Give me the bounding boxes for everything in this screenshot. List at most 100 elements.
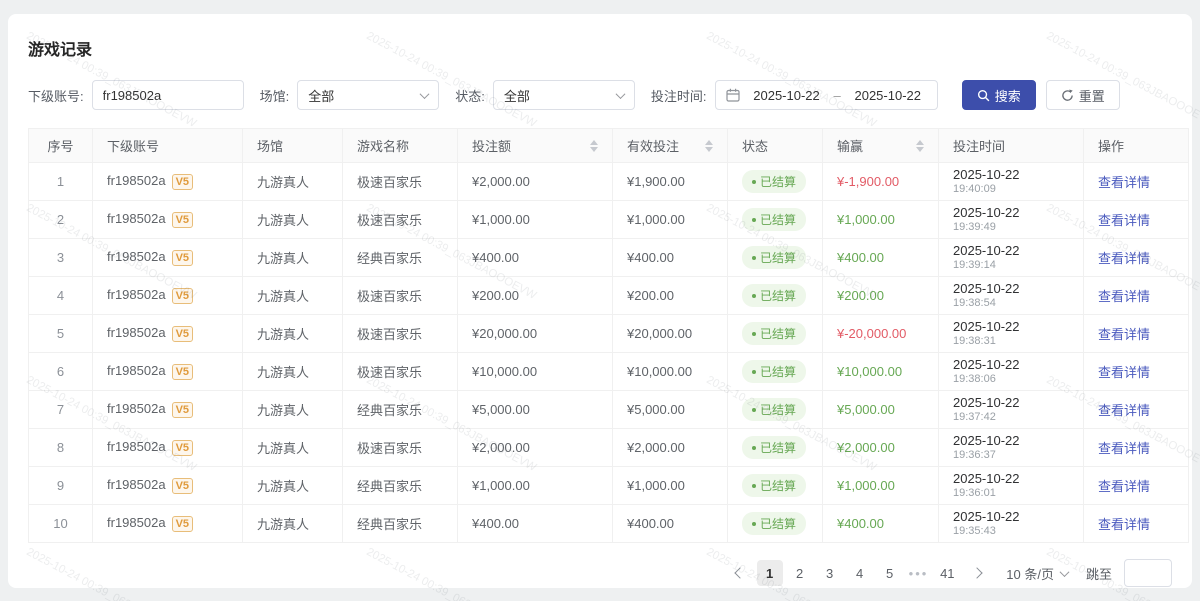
column-header-valid[interactable]: 有效投注 <box>613 129 728 163</box>
cell-game-name: 极速百家乐 <box>343 353 458 391</box>
reset-button[interactable]: 重置 <box>1046 80 1120 110</box>
bet-date: 2025-10-22 <box>953 243 1069 259</box>
column-header-label: 输赢 <box>837 136 863 155</box>
column-header-bet[interactable]: 投注额 <box>458 129 613 163</box>
view-details-link[interactable]: 查看详情 <box>1098 327 1150 342</box>
page-button-1[interactable]: 1 <box>757 560 783 586</box>
sort-icon[interactable] <box>590 140 598 152</box>
chevron-left-icon <box>734 567 745 578</box>
cell-valid-bet: ¥1,000.00 <box>613 201 728 239</box>
cell-account: fr198502aV5 <box>93 163 243 201</box>
column-header-inner: 下级账号 <box>107 136 228 155</box>
account-name: fr198502a <box>107 363 166 378</box>
status-select[interactable]: 全部 <box>493 80 635 110</box>
cell-bet-time: 2025-10-2219:38:31 <box>939 315 1084 353</box>
bet-time: 19:40:09 <box>953 183 1069 196</box>
venue-select[interactable]: 全部 <box>297 80 439 110</box>
cell-bet-time: 2025-10-2219:36:37 <box>939 429 1084 467</box>
cell-game-name: 经典百家乐 <box>343 467 458 505</box>
status-dot-icon <box>752 180 756 184</box>
cell-bet-amount: ¥2,000.00 <box>458 429 613 467</box>
search-button[interactable]: 搜索 <box>962 80 1036 110</box>
cell-valid-bet: ¥1,000.00 <box>613 467 728 505</box>
cell-game-name: 极速百家乐 <box>343 201 458 239</box>
cell-venue: 九游真人 <box>243 391 343 429</box>
cell-game-name: 极速百家乐 <box>343 315 458 353</box>
table-row: 2fr198502aV5九游真人极速百家乐¥1,000.00¥1,000.00已… <box>29 201 1189 239</box>
cell-status: 已结算 <box>728 277 823 315</box>
cell-status: 已结算 <box>728 429 823 467</box>
cell-index: 5 <box>29 315 93 353</box>
view-details-link[interactable]: 查看详情 <box>1098 479 1150 494</box>
cell-action: 查看详情 <box>1084 201 1189 239</box>
jump-to-input[interactable] <box>1124 559 1172 587</box>
status-dot-icon <box>752 370 756 374</box>
table-row: 7fr198502aV5九游真人经典百家乐¥5,000.00¥5,000.00已… <box>29 391 1189 429</box>
vip-level-badge: V5 <box>172 174 193 190</box>
bet-time: 19:38:06 <box>953 373 1069 386</box>
cell-action: 查看详情 <box>1084 505 1189 543</box>
cell-game-name: 极速百家乐 <box>343 163 458 201</box>
game-records-panel: 游戏记录 下级账号: 场馆: 全部 状态: 全部 投注时间: <box>8 14 1192 588</box>
status-label: 已结算 <box>760 249 796 266</box>
view-details-link[interactable]: 查看详情 <box>1098 175 1150 190</box>
page-button-2[interactable]: 2 <box>787 560 813 586</box>
cell-index: 4 <box>29 277 93 315</box>
view-details-link[interactable]: 查看详情 <box>1098 251 1150 266</box>
cell-action: 查看详情 <box>1084 353 1189 391</box>
reset-button-label: 重置 <box>1079 86 1105 105</box>
bet-date: 2025-10-22 <box>953 395 1069 411</box>
bet-time: 19:36:01 <box>953 487 1069 500</box>
status-badge: 已结算 <box>742 360 806 383</box>
column-header-label: 序号 <box>47 139 73 154</box>
view-details-link[interactable]: 查看详情 <box>1098 289 1150 304</box>
cell-bet-amount: ¥2,000.00 <box>458 163 613 201</box>
status-badge: 已结算 <box>742 398 806 421</box>
cell-account: fr198502aV5 <box>93 239 243 277</box>
page-size-select[interactable]: 10 条/页 <box>1006 564 1068 583</box>
cell-status: 已结算 <box>728 201 823 239</box>
page-button-41[interactable]: 41 <box>934 560 960 586</box>
view-details-link[interactable]: 查看详情 <box>1098 441 1150 456</box>
next-page-button[interactable] <box>964 560 990 586</box>
prev-page-button[interactable] <box>727 560 753 586</box>
column-header-inner: 操作 <box>1098 136 1174 155</box>
status-badge: 已结算 <box>742 208 806 231</box>
view-details-link[interactable]: 查看详情 <box>1098 213 1150 228</box>
bet-time: 19:36:37 <box>953 449 1069 462</box>
bet-date: 2025-10-22 <box>953 471 1069 487</box>
cell-bet-time: 2025-10-2219:39:49 <box>939 201 1084 239</box>
table-row: 6fr198502aV5九游真人极速百家乐¥10,000.00¥10,000.0… <box>29 353 1189 391</box>
column-header-inner: 投注时间 <box>953 136 1069 155</box>
game-records-table: 序号下级账号场馆游戏名称投注额有效投注状态输赢投注时间操作 1fr198502a… <box>28 128 1189 543</box>
sort-icon[interactable] <box>705 140 713 152</box>
cell-account: fr198502aV5 <box>93 467 243 505</box>
cell-valid-bet: ¥5,000.00 <box>613 391 728 429</box>
sort-icon[interactable] <box>916 140 924 152</box>
cell-venue: 九游真人 <box>243 277 343 315</box>
account-input[interactable] <box>92 80 244 110</box>
pagination-ellipsis: ••• <box>907 566 931 581</box>
account-name: fr198502a <box>107 515 166 530</box>
status-dot-icon <box>752 256 756 260</box>
page-button-4[interactable]: 4 <box>847 560 873 586</box>
page-button-5[interactable]: 5 <box>877 560 903 586</box>
date-to-value: 2025-10-22 <box>849 88 927 103</box>
view-details-link[interactable]: 查看详情 <box>1098 365 1150 380</box>
cell-win-loss: ¥400.00 <box>823 505 939 543</box>
pagination: 12345•••4110 条/页跳至 <box>28 559 1172 587</box>
vip-level-badge: V5 <box>172 478 193 494</box>
view-details-link[interactable]: 查看详情 <box>1098 517 1150 532</box>
date-range-picker[interactable]: 2025-10-22 – 2025-10-22 <box>715 80 938 110</box>
cell-status: 已结算 <box>728 239 823 277</box>
win-loss-amount: ¥-1,900.00 <box>837 174 899 189</box>
page-button-3[interactable]: 3 <box>817 560 843 586</box>
status-dot-icon <box>752 332 756 336</box>
table-row: 5fr198502aV5九游真人极速百家乐¥20,000.00¥20,000.0… <box>29 315 1189 353</box>
status-badge: 已结算 <box>742 474 806 497</box>
view-details-link[interactable]: 查看详情 <box>1098 403 1150 418</box>
column-header-winloss[interactable]: 输赢 <box>823 129 939 163</box>
page-size-value: 10 条/页 <box>1006 564 1054 583</box>
vip-level-badge: V5 <box>172 364 193 380</box>
column-header-label: 操作 <box>1098 136 1124 155</box>
